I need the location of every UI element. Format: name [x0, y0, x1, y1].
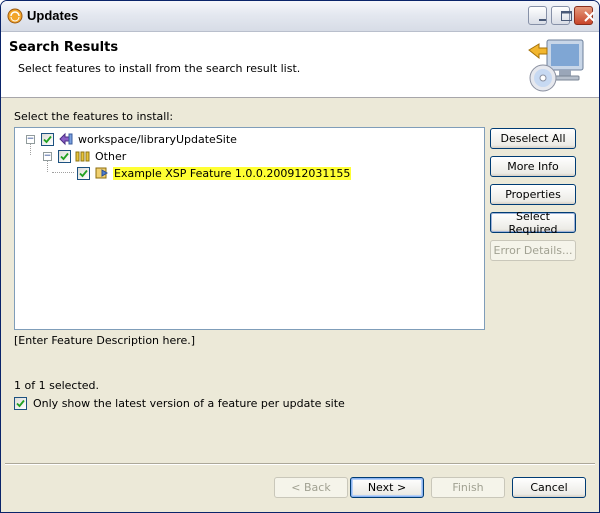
next-button[interactable]: Next >	[350, 477, 424, 498]
select-required-button[interactable]: Select Required	[490, 210, 576, 236]
finish-button[interactable]: Finish	[431, 477, 505, 498]
feature-plugin-icon	[95, 167, 108, 179]
checkmark-icon	[43, 135, 52, 143]
minimize-icon	[539, 19, 546, 21]
cancel-button[interactable]: Cancel	[512, 477, 586, 498]
updates-window: Updates Search Results Select features t…	[0, 0, 600, 513]
category-icon	[75, 151, 90, 162]
collapse-toggle-icon[interactable]: −	[26, 134, 35, 144]
tree-node-label: Other	[95, 149, 127, 163]
tree-node-label: Example XSP Feature 1.0.0.200912031155	[113, 166, 352, 180]
selection-status: 1 of 1 selected.	[14, 379, 100, 392]
tree-row[interactable]: − Other	[43, 148, 127, 164]
features-tree[interactable]: − workspace/libraryUpdateSite − Other Ex…	[14, 127, 485, 330]
close-icon	[584, 11, 595, 22]
footer-divider	[5, 463, 595, 465]
latest-version-option[interactable]: Only show the latest version of a featur…	[14, 397, 345, 410]
computer-update-icon	[528, 39, 584, 92]
eclipse-icon	[7, 8, 23, 24]
update-site-icon	[59, 132, 73, 146]
maximize-button[interactable]	[551, 6, 572, 25]
checkbox[interactable]	[58, 149, 71, 163]
tree-guide-line	[52, 172, 74, 173]
checkbox[interactable]	[41, 132, 54, 146]
tree-row[interactable]: − workspace/libraryUpdateSite	[26, 131, 238, 147]
checkbox[interactable]	[77, 166, 90, 180]
checkmark-icon	[60, 152, 69, 160]
collapse-toggle-icon[interactable]: −	[43, 151, 52, 161]
checkmark-icon	[16, 399, 25, 408]
close-button[interactable]	[574, 6, 595, 25]
wizard-header: Search Results Select features to instal…	[1, 32, 599, 98]
checkmark-icon	[79, 169, 88, 177]
feature-description: [Enter Feature Description here.]	[14, 334, 196, 347]
window-title: Updates	[27, 8, 79, 23]
latest-version-checkbox[interactable]	[14, 397, 27, 410]
page-description: Select features to install from the sear…	[18, 62, 301, 75]
minimize-button[interactable]	[528, 6, 547, 25]
maximize-icon	[561, 11, 572, 21]
properties-button[interactable]: Properties	[490, 184, 576, 205]
back-button[interactable]: < Back	[274, 477, 348, 498]
features-section-label: Select the features to install:	[14, 110, 174, 123]
title-bar[interactable]: Updates	[1, 1, 599, 32]
latest-version-label: Only show the latest version of a featur…	[33, 397, 345, 410]
error-details-button[interactable]: Error Details...	[490, 240, 576, 261]
more-info-button[interactable]: More Info	[490, 156, 576, 177]
tree-row[interactable]: Example XSP Feature 1.0.0.200912031155	[77, 165, 352, 181]
tree-node-label: workspace/libraryUpdateSite	[78, 132, 237, 146]
page-title: Search Results	[9, 40, 119, 55]
deselect-all-button[interactable]: Deselect All	[490, 128, 576, 149]
